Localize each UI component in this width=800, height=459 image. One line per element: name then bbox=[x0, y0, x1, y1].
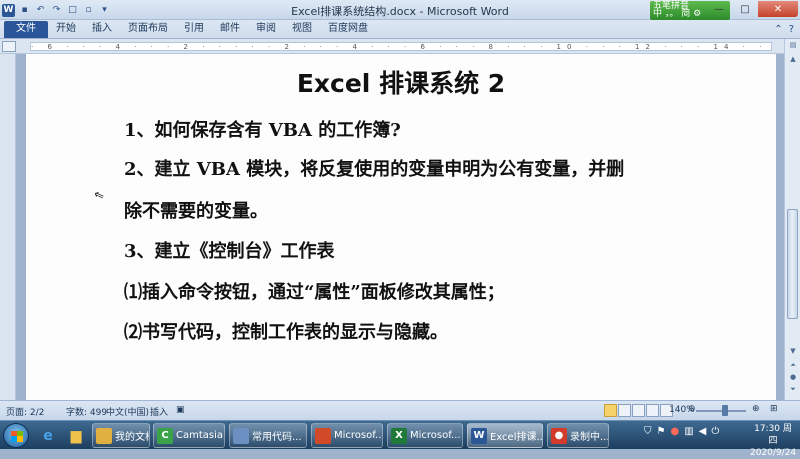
folder-icon bbox=[96, 427, 112, 444]
zoom-slider-track[interactable] bbox=[696, 410, 746, 412]
volume-icon[interactable]: ◀ bbox=[699, 426, 707, 437]
tab-home[interactable]: 开始 bbox=[48, 21, 84, 38]
taskbar-button-my-documents[interactable]: 我的文档 bbox=[92, 423, 150, 448]
word-icon: W bbox=[471, 427, 487, 444]
office-icon bbox=[315, 427, 331, 444]
print-layout-view-button[interactable] bbox=[604, 404, 617, 417]
document-heading: Excel 排课系统 2 bbox=[296, 69, 506, 98]
macro-record-icon[interactable]: ▣ bbox=[176, 405, 185, 415]
mouse-cursor-icon: ⇖ bbox=[91, 186, 107, 204]
ruler-scale: · 6 · · · 4 · · · 2 · · · · · 2 · · · 4 … bbox=[30, 42, 772, 51]
document-page[interactable]: Excel 排课系统 2 1、如何保存含有 VBA 的工作簿? 2、建立 VBA… bbox=[26, 54, 776, 400]
select-browse-object-icon[interactable]: ● bbox=[786, 373, 800, 385]
tab-baidu-netdisk[interactable]: 百度网盘 bbox=[320, 21, 376, 38]
paragraph-3-item-1: ⑴插入命令按钮，通过“属性”面板修改其属性； bbox=[124, 282, 505, 303]
minimize-ribbon-icon[interactable]: ⌃ bbox=[774, 24, 782, 35]
excel-icon: X bbox=[391, 427, 407, 444]
system-clock[interactable]: 17:30 周四 2020/9/24 bbox=[750, 423, 796, 459]
tab-page-layout[interactable]: 页面布局 bbox=[120, 21, 176, 38]
network-icon[interactable]: ▥ bbox=[684, 426, 693, 437]
taskbar-button-notepad[interactable]: 常用代码... bbox=[229, 423, 307, 448]
tab-references[interactable]: 引用 bbox=[176, 21, 212, 38]
paragraph-3: 3、建立《控制台》工作表 bbox=[124, 241, 335, 262]
clock-time: 17:30 周四 bbox=[754, 424, 792, 446]
system-tray: ⛉ ⚑ ● ▥ ◀ ⏻ bbox=[644, 426, 719, 437]
shield-icon[interactable]: ⛉ bbox=[644, 426, 652, 437]
language-indicator[interactable]: 中文(中国) bbox=[106, 405, 149, 418]
scrollbar-thumb[interactable] bbox=[787, 209, 798, 319]
ribbon-right-controls: ⌃ ? bbox=[774, 21, 800, 38]
scroll-up-arrow-icon[interactable]: ▲ bbox=[786, 55, 800, 67]
tab-review[interactable]: 审阅 bbox=[248, 21, 284, 38]
start-button[interactable] bbox=[3, 423, 29, 448]
status-bar: 页面: 2/2 字数: 499 中文(中国) 插入 ▣ 140% ⊖ ⊕ ⊞ bbox=[0, 400, 800, 420]
vertical-ruler[interactable] bbox=[0, 54, 16, 400]
outline-view-button[interactable] bbox=[646, 404, 659, 417]
scroll-down-arrow-icon[interactable]: ▼ bbox=[786, 347, 800, 359]
power-icon[interactable]: ⏻ bbox=[711, 426, 719, 437]
fit-page-icon[interactable]: ⊞ bbox=[770, 404, 778, 414]
vertical-scrollbar[interactable]: ▤ ▲ ▼ ⏶ ● ⏷ bbox=[784, 39, 800, 400]
ruler-toggle-icon[interactable]: ▤ bbox=[786, 41, 800, 53]
flag-icon[interactable]: ⚑ bbox=[657, 426, 666, 437]
tab-selector[interactable] bbox=[2, 41, 16, 52]
full-screen-reading-button[interactable] bbox=[618, 404, 631, 417]
tab-file[interactable]: 文件 bbox=[4, 21, 48, 38]
close-button[interactable]: ✕ bbox=[758, 1, 798, 17]
minimize-button[interactable]: — bbox=[706, 1, 732, 17]
window-controls: — □ ✕ bbox=[706, 1, 798, 17]
insert-mode[interactable]: 插入 bbox=[150, 405, 168, 418]
record-icon: ● bbox=[551, 427, 567, 444]
notepad-icon bbox=[233, 427, 249, 444]
title-bar: W ▪ ↶ ↷ □ ▫ ▾ Excel排课系统结构.docx - Microso… bbox=[0, 0, 800, 20]
taskbar-button-word[interactable]: W Excel排课... bbox=[467, 423, 543, 448]
paragraph-1: 1、如何保存含有 VBA 的工作簿? bbox=[124, 120, 401, 141]
horizontal-ruler[interactable]: · 6 · · · 4 · · · 2 · · · · · 2 · · · 4 … bbox=[0, 39, 800, 54]
taskbar-button-camtasia[interactable]: C Camtasia... bbox=[153, 423, 225, 448]
ie-icon[interactable]: e bbox=[34, 424, 62, 447]
record-tray-icon[interactable]: ● bbox=[670, 426, 679, 437]
ribbon-tabs: 文件 开始 插入 页面布局 引用 邮件 审阅 视图 百度网盘 ⌃ ? bbox=[0, 20, 800, 39]
document-area[interactable]: Excel 排课系统 2 1、如何保存含有 VBA 的工作簿? 2、建立 VBA… bbox=[16, 54, 784, 400]
help-icon[interactable]: ? bbox=[789, 24, 794, 35]
explorer-pinned-icon[interactable]: ▆ bbox=[62, 424, 90, 447]
tab-view[interactable]: 视图 bbox=[284, 21, 320, 38]
page-indicator[interactable]: 页面: 2/2 bbox=[6, 405, 44, 418]
paragraph-2-continued: 除不需要的变量。 bbox=[124, 201, 268, 222]
camtasia-icon: C bbox=[157, 427, 173, 444]
word-count[interactable]: 字数: 499 bbox=[66, 405, 107, 418]
tab-insert[interactable]: 插入 bbox=[84, 21, 120, 38]
taskbar-button-office[interactable]: Microsof... bbox=[311, 423, 383, 448]
previous-page-icon[interactable]: ⏶ bbox=[786, 361, 800, 373]
next-page-icon[interactable]: ⏷ bbox=[786, 385, 800, 397]
zoom-in-icon[interactable]: ⊕ bbox=[752, 404, 760, 414]
taskbar-button-recording[interactable]: ● 录制中... bbox=[547, 423, 609, 448]
maximize-button[interactable]: □ bbox=[732, 1, 758, 17]
zoom-slider-knob[interactable] bbox=[722, 405, 728, 416]
web-layout-button[interactable] bbox=[632, 404, 645, 417]
paragraph-3-item-2: ⑵书写代码，控制工作表的显示与隐藏。 bbox=[124, 322, 448, 343]
tab-mailings[interactable]: 邮件 bbox=[212, 21, 248, 38]
taskbar: e ▆ 我的文档 C Camtasia... 常用代码... Microsof.… bbox=[0, 420, 800, 458]
paragraph-2: 2、建立 VBA 模块，将反复使用的变量申明为公有变量，并删 bbox=[124, 159, 625, 180]
zoom-out-icon[interactable]: ⊖ bbox=[688, 404, 696, 414]
taskbar-button-excel[interactable]: X Microsof... bbox=[387, 423, 463, 448]
